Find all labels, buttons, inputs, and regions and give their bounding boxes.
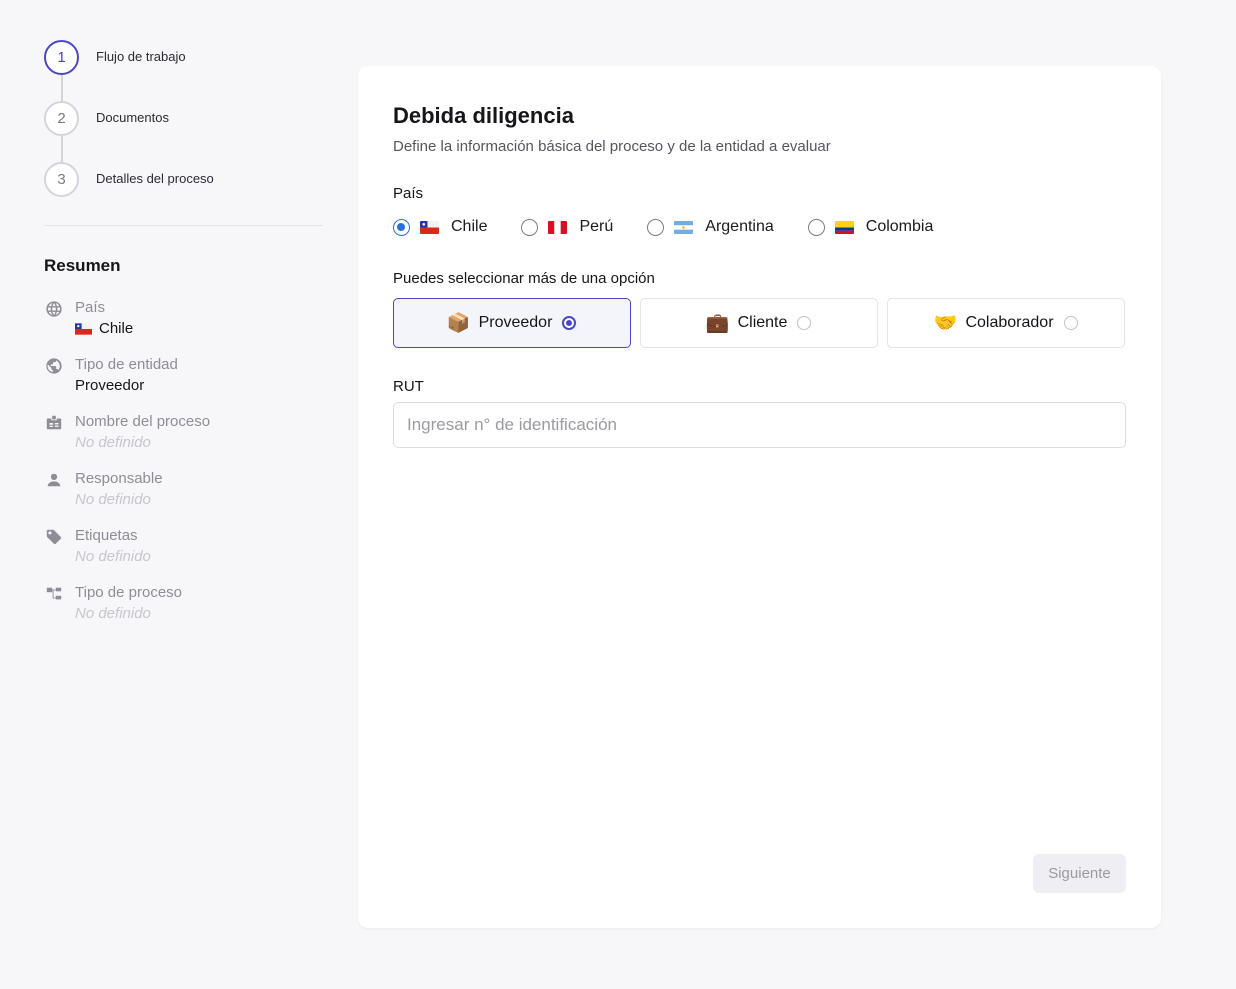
badge-icon <box>44 413 64 433</box>
summary-value: Chile <box>75 318 133 340</box>
colombia-flag-icon <box>834 220 854 234</box>
handshake-icon: 🤝 <box>933 313 958 334</box>
entity-name: Proveedor <box>478 314 553 331</box>
summary-item-entity-type: Tipo de entidad Proveedor <box>44 355 323 412</box>
summary-item-process-type: Tipo de proceso No definido <box>44 583 323 640</box>
radio-button[interactable] <box>647 218 665 236</box>
entity-type-group: 📦 Proveedor 💼 Cliente 🤝 Colaborador <box>393 298 1126 348</box>
step-2[interactable]: 2 Documentos <box>44 101 323 162</box>
step-1[interactable]: 1 Flujo de trabajo <box>44 40 323 101</box>
country-name: Chile <box>451 218 488 235</box>
step-number: 3 <box>44 162 79 197</box>
step-number: 2 <box>44 101 79 136</box>
page-subtitle: Define la información básica del proceso… <box>393 138 831 155</box>
step-label: Flujo de trabajo <box>96 49 186 64</box>
country-label: País <box>393 185 424 202</box>
summary-label: Tipo de proceso <box>75 584 183 601</box>
radio-button[interactable] <box>521 218 539 236</box>
summary-item-process-name: Nombre del proceso No definido <box>44 412 323 469</box>
summary-value: Proveedor <box>75 377 145 394</box>
package-icon: 📦 <box>446 313 471 334</box>
radio-button[interactable] <box>807 218 825 236</box>
country-option-colombia[interactable]: Colombia <box>807 218 934 236</box>
country-name: Perú <box>579 218 614 235</box>
summary-value: No definido <box>75 548 151 565</box>
earth-icon <box>44 356 64 376</box>
argentina-flag-icon <box>674 220 694 234</box>
country-option-peru[interactable]: Perú <box>521 218 613 236</box>
summary-value: No definido <box>75 491 151 508</box>
sidebar: 1 Flujo de trabajo 2 Documentos 3 Detall… <box>44 40 323 640</box>
country-option-argentina[interactable]: Argentina <box>647 218 774 236</box>
entity-option-cliente[interactable]: 💼 Cliente <box>640 298 878 348</box>
summary-label: Responsable <box>75 470 163 487</box>
tag-icon <box>44 527 64 547</box>
entity-option-proveedor[interactable]: 📦 Proveedor <box>393 298 631 348</box>
entity-name: Cliente <box>737 314 788 331</box>
stepper: 1 Flujo de trabajo 2 Documentos 3 Detall… <box>44 40 323 223</box>
entity-type-label: Puedes seleccionar más de una opción <box>393 270 655 287</box>
chile-flag-icon <box>420 220 439 234</box>
summary-value: No definido <box>75 434 151 451</box>
peru-flag-icon <box>548 220 568 234</box>
summary-label: Etiquetas <box>75 527 138 544</box>
radio-button[interactable] <box>562 316 577 330</box>
summary-value-text: Chile <box>99 320 134 337</box>
chile-flag-icon <box>75 323 92 335</box>
step-connector <box>60 136 63 162</box>
country-option-chile[interactable]: Chile <box>393 218 487 236</box>
next-button[interactable]: Siguiente <box>1033 854 1126 893</box>
page-title: Debida diligencia <box>393 103 574 128</box>
summary-list: País Chile Tipo de entidad Proveedor Nom… <box>44 298 323 640</box>
step-number: 1 <box>44 40 79 75</box>
summary-label: Tipo de entidad <box>75 356 178 373</box>
radio-button[interactable] <box>1063 316 1078 330</box>
person-icon <box>44 470 64 490</box>
step-label: Detalles del proceso <box>96 171 214 186</box>
country-name: Argentina <box>705 218 774 235</box>
country-radio-group: Chile Perú Argentina Colombia <box>393 216 1126 238</box>
summary-label: País <box>75 299 106 316</box>
summary-item-country: País Chile <box>44 298 323 355</box>
summary-item-tags: Etiquetas No definido <box>44 526 323 583</box>
rut-input[interactable] <box>393 402 1126 448</box>
step-connector <box>60 75 63 101</box>
globe-icon <box>44 299 64 319</box>
entity-option-colaborador[interactable]: 🤝 Colaborador <box>887 298 1125 348</box>
form-card: Debida diligencia Define la información … <box>358 66 1161 928</box>
radio-button[interactable] <box>393 218 410 236</box>
sidebar-divider <box>44 225 323 226</box>
hierarchy-icon <box>44 584 64 604</box>
briefcase-icon: 💼 <box>705 313 730 334</box>
summary-label: Nombre del proceso <box>75 413 211 430</box>
country-name: Colombia <box>865 218 934 235</box>
step-3[interactable]: 3 Detalles del proceso <box>44 162 323 223</box>
entity-name: Colaborador <box>965 314 1054 331</box>
radio-button[interactable] <box>797 316 812 330</box>
rut-label: RUT <box>393 378 424 395</box>
summary-item-responsible: Responsable No definido <box>44 469 323 526</box>
summary-value: No definido <box>75 605 151 622</box>
step-label: Documentos <box>96 110 169 125</box>
summary-title: Resumen <box>44 256 121 275</box>
